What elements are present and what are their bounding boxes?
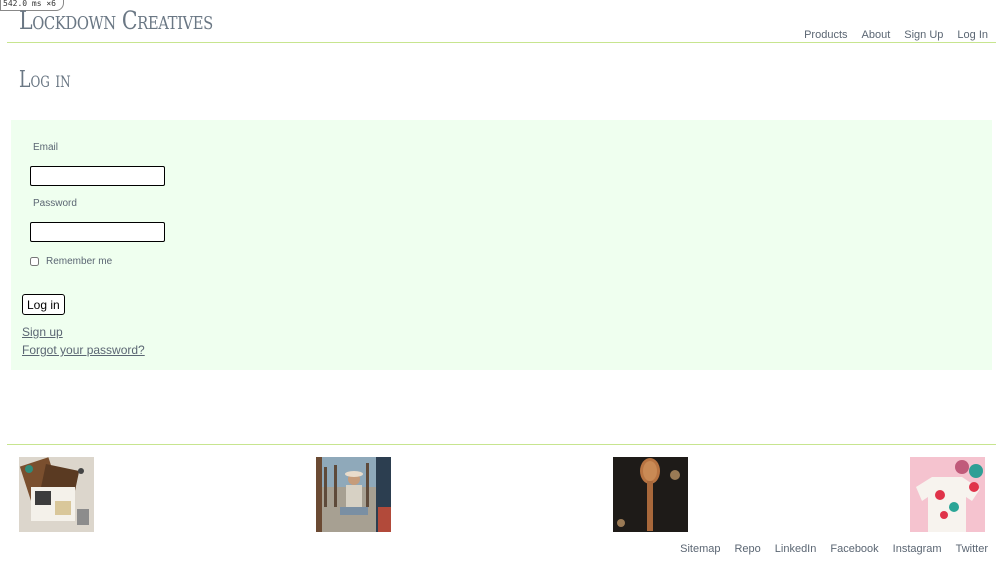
email-label: Email xyxy=(33,142,59,153)
remember-me-label: Remember me xyxy=(46,256,113,267)
photo-icon xyxy=(613,457,688,532)
forgot-password-link[interactable]: Forgot your password? xyxy=(22,343,145,357)
nav-products[interactable]: Products xyxy=(804,29,847,41)
password-label: Password xyxy=(33,198,77,209)
footer-divider xyxy=(7,444,996,445)
footer-link-twitter[interactable]: Twitter xyxy=(956,543,988,555)
footer-nav: Sitemap Repo LinkedIn Facebook Instagram… xyxy=(680,543,988,555)
nav-sign-up[interactable]: Sign Up xyxy=(904,29,943,41)
photo-icon xyxy=(19,457,94,532)
email-field[interactable] xyxy=(30,166,165,186)
remember-me-row: Remember me xyxy=(29,256,112,267)
footer-link-repo[interactable]: Repo xyxy=(734,543,760,555)
header-divider xyxy=(7,42,996,43)
footer-link-facebook[interactable]: Facebook xyxy=(830,543,878,555)
footer-link-sitemap[interactable]: Sitemap xyxy=(680,543,720,555)
footer-link-linkedin[interactable]: LinkedIn xyxy=(775,543,817,555)
sign-up-link[interactable]: Sign up xyxy=(22,325,63,339)
photo-icon xyxy=(316,457,391,532)
brand-logo[interactable]: Lockdown Creatives xyxy=(19,6,213,35)
nav-log-in[interactable]: Log In xyxy=(957,29,988,41)
footer-link-instagram[interactable]: Instagram xyxy=(893,543,942,555)
gallery-image-painted-tshirt[interactable] xyxy=(910,457,985,532)
gallery-image-beach-portrait[interactable] xyxy=(316,457,391,532)
login-button[interactable]: Log in xyxy=(22,294,65,315)
password-field[interactable] xyxy=(30,222,165,242)
nav-about[interactable]: About xyxy=(862,29,891,41)
login-form: Email Password Remember me Log in Sign u… xyxy=(11,120,992,370)
photo-icon xyxy=(910,457,985,532)
page-title: Log in xyxy=(19,67,71,93)
gallery-image-craft-supplies[interactable] xyxy=(19,457,94,532)
gallery-image-wooden-spoon[interactable] xyxy=(613,457,688,532)
top-nav: Products About Sign Up Log In xyxy=(804,29,988,41)
remember-me-checkbox[interactable] xyxy=(30,257,39,266)
